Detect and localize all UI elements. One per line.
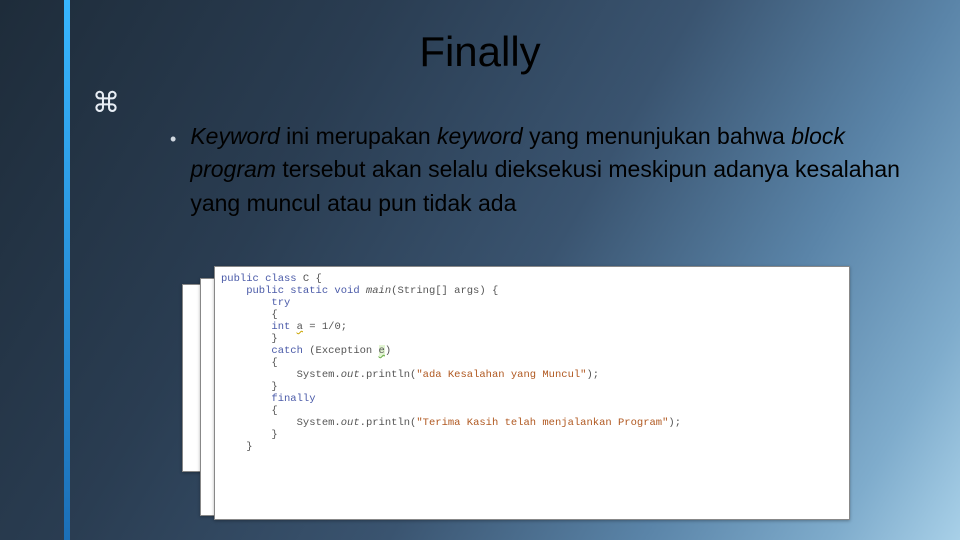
code-token: out — [341, 417, 360, 429]
code-token: { — [221, 309, 278, 321]
code-token: out — [341, 369, 360, 381]
code-token: ); — [587, 369, 600, 381]
code-token: finally — [221, 393, 316, 405]
accent-bar — [64, 0, 70, 540]
code-token: System. — [221, 417, 341, 429]
code-token: public class — [221, 273, 297, 285]
code-token: "Terima Kasih telah menjalankan Program" — [416, 417, 668, 429]
bullet-item: • Keyword ini merupakan keyword yang men… — [170, 120, 920, 220]
bullet-seg: ini merupakan — [280, 123, 437, 149]
code-token: System. — [221, 369, 341, 381]
code-token: try — [221, 297, 290, 309]
bullet-text: Keyword ini merupakan keyword yang menun… — [190, 120, 920, 220]
code-token: (Exception — [303, 345, 379, 357]
code-token: .println( — [360, 417, 417, 429]
code-token: } — [221, 381, 278, 393]
code-token: } — [221, 333, 278, 345]
code-token: main — [360, 285, 392, 297]
command-icon: ⌘ — [92, 86, 120, 119]
code-token: (String[] args) { — [391, 285, 498, 297]
bullet-seg: Keyword — [190, 123, 279, 149]
code-token: .println( — [360, 369, 417, 381]
bullet-dot-icon: • — [170, 126, 176, 220]
bullet-seg: yang menunjukan bahwa — [523, 123, 792, 149]
code-token: int — [221, 321, 290, 333]
bullet-seg: keyword — [437, 123, 523, 149]
code-token: { — [221, 357, 278, 369]
code-token: ); — [668, 417, 681, 429]
code-token: "ada Kesalahan yang Muncul" — [416, 369, 586, 381]
slide: Finally ⌘ • Keyword ini merupakan keywor… — [0, 0, 960, 540]
code-token: catch — [221, 345, 303, 357]
code-token: } — [221, 441, 253, 453]
code-token: public static void — [221, 285, 360, 297]
code-token: ) — [385, 345, 391, 357]
code-panel-front: public class C { public static void main… — [214, 266, 850, 520]
code-token: } — [221, 429, 278, 441]
code-token: = 1/0; — [303, 321, 347, 333]
slide-title: Finally — [0, 28, 960, 76]
code-token: C { — [297, 273, 322, 285]
code-token: { — [221, 405, 278, 417]
bullet-seg: tersebut akan selalu dieksekusi meskipun… — [190, 156, 900, 215]
